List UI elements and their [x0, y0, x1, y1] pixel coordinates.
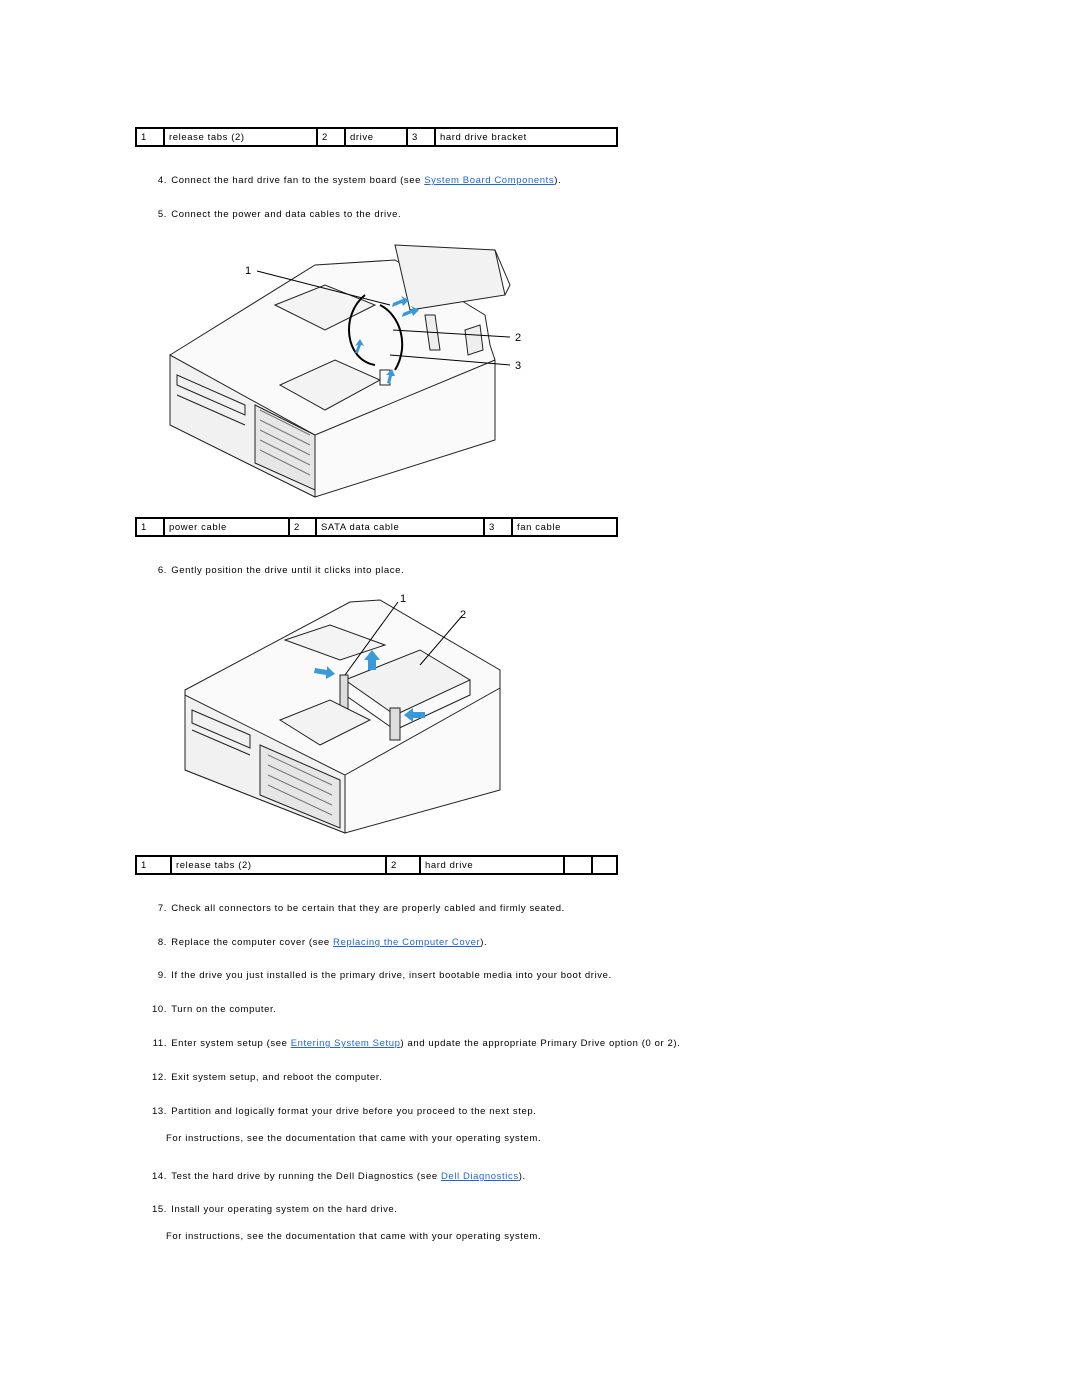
step-text-before: Replace the computer cover (see [171, 937, 334, 948]
callout-label: drive [344, 127, 408, 147]
step-13: 13. Partition and logically format your … [145, 1106, 536, 1117]
step-11: 11. Enter system setup (see Entering Sys… [145, 1038, 680, 1049]
callout-number: 3 [406, 127, 436, 147]
step-7: 7. Check all connectors to be certain th… [145, 903, 565, 914]
step-number: 15. [151, 1204, 167, 1215]
step-number: 9. [157, 970, 167, 981]
step-text-after: ). [480, 937, 488, 948]
legend-table-3: 1 release tabs (2) 2 hard drive [135, 855, 618, 875]
step-text: Test the hard drive by running the Dell … [171, 1171, 525, 1182]
step-10: 10. Turn on the computer. [145, 1004, 276, 1015]
replacing-computer-cover-link[interactable]: Replacing the Computer Cover [333, 937, 480, 948]
callout-number: 1 [136, 127, 165, 147]
step-text: If the drive you just installed is the p… [171, 970, 612, 981]
step-5: 5. Connect the power and data cables to … [145, 209, 401, 220]
step-text: Install your operating system on the har… [171, 1204, 398, 1215]
computer-illustration: 1 2 [184, 593, 501, 834]
step-text-after: ). [554, 175, 562, 186]
step-9: 9. If the drive you just installed is th… [145, 970, 612, 981]
step-text-before: Test the hard drive by running the Dell … [171, 1171, 441, 1182]
step-text: Enter system setup (see Entering System … [171, 1038, 680, 1049]
step-text-before: Connect the hard drive fan to the system… [171, 175, 425, 186]
step-number: 14. [151, 1171, 167, 1182]
callout-label: power cable [163, 517, 290, 537]
step-number: 10. [151, 1004, 167, 1015]
step-number: 7. [157, 903, 167, 914]
step-text: Check all connectors to be certain that … [171, 903, 565, 914]
step-14: 14. Test the hard drive by running the D… [145, 1171, 526, 1182]
figure-cable-connections: 1 2 3 [165, 235, 535, 500]
step-number: 12. [151, 1072, 167, 1083]
callout-label [591, 855, 618, 875]
callout-label: SATA data cable [315, 517, 485, 537]
step-text: Turn on the computer. [171, 1004, 277, 1015]
callout-number: 2 [288, 517, 317, 537]
callout-number: 1 [136, 855, 172, 875]
step-text: Connect the hard drive fan to the system… [171, 175, 561, 186]
step-number: 11. [152, 1038, 167, 1049]
table-row: 1 power cable 2 SATA data cable 3 fan ca… [136, 517, 618, 537]
step-text-after: ) and update the appropriate Primary Dri… [400, 1038, 681, 1049]
step-12: 12. Exit system setup, and reboot the co… [145, 1072, 382, 1083]
table-row: 1 release tabs (2) 2 hard drive [136, 855, 618, 875]
callout-2: 2 [515, 332, 522, 344]
step-8: 8. Replace the computer cover (see Repla… [145, 937, 487, 948]
computer-illustration: 1 2 3 [169, 244, 522, 498]
table-row: 1 release tabs (2) 2 drive 3 hard drive … [136, 127, 618, 147]
callout-3: 3 [515, 360, 522, 372]
step-text: Connect the power and data cables to the… [171, 209, 402, 220]
step-text: Exit system setup, and reboot the comput… [171, 1072, 383, 1083]
callout-label: release tabs (2) [163, 127, 318, 147]
callout-label: hard drive [419, 855, 565, 875]
step-text-after: ). [518, 1171, 526, 1182]
system-board-components-link[interactable]: System Board Components [424, 175, 554, 186]
callout-label: hard drive bracket [434, 127, 618, 147]
step-number: 6. [157, 565, 167, 576]
legend-table-1: 1 release tabs (2) 2 drive 3 hard drive … [135, 127, 618, 147]
step-6: 6. Gently position the drive until it cl… [145, 565, 404, 576]
callout-label: release tabs (2) [170, 855, 387, 875]
dell-diagnostics-link[interactable]: Dell Diagnostics [441, 1171, 519, 1182]
step-15-note: For instructions, see the documentation … [166, 1231, 542, 1242]
step-text: Replace the computer cover (see Replacin… [171, 937, 487, 948]
callout-2: 2 [460, 609, 467, 621]
step-text-before: Enter system setup (see [171, 1038, 291, 1049]
step-text: Partition and logically format your driv… [171, 1106, 537, 1117]
entering-system-setup-link[interactable]: Entering System Setup [291, 1038, 401, 1049]
callout-1: 1 [245, 265, 252, 277]
step-number: 5. [157, 209, 167, 220]
step-number: 13. [151, 1106, 167, 1117]
legend-table-2: 1 power cable 2 SATA data cable 3 fan ca… [135, 517, 618, 537]
step-15: 15. Install your operating system on the… [145, 1204, 398, 1215]
callout-1: 1 [400, 593, 407, 605]
callout-label: fan cable [511, 517, 618, 537]
step-number: 4. [157, 175, 167, 186]
step-4: 4. Connect the hard drive fan to the sys… [145, 175, 561, 186]
step-text: Gently position the drive until it click… [171, 565, 405, 576]
callout-number [563, 855, 593, 875]
callout-number: 1 [136, 517, 165, 537]
step-13-note: For instructions, see the documentation … [166, 1133, 542, 1144]
figure-position-drive: 1 2 [180, 590, 510, 835]
callout-number: 3 [483, 517, 513, 537]
callout-number: 2 [316, 127, 346, 147]
step-number: 8. [157, 937, 167, 948]
callout-number: 2 [385, 855, 421, 875]
